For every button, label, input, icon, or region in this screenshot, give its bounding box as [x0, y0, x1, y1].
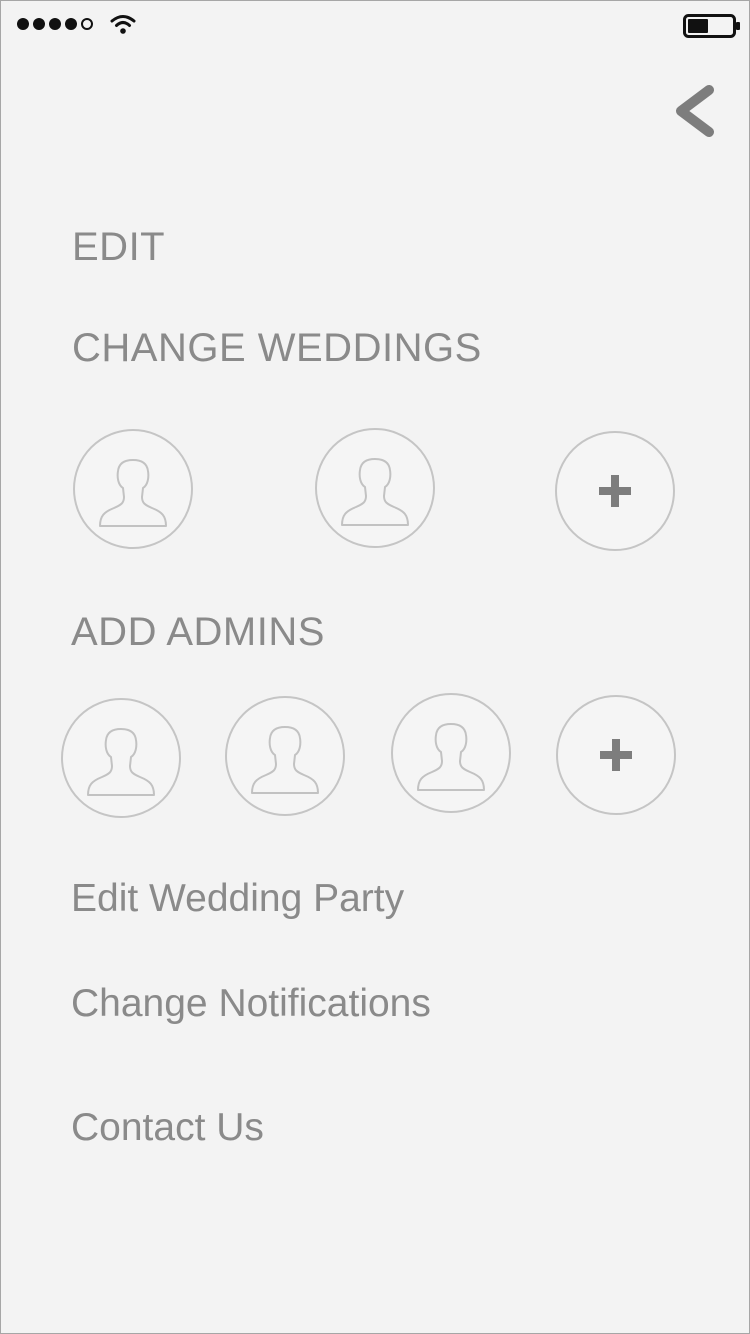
avatar-placeholder-icon [85, 727, 157, 797]
admin-avatar[interactable] [61, 698, 181, 818]
add-admins-heading: ADD ADMINS [71, 610, 325, 654]
wedding-avatar[interactable] [73, 429, 193, 549]
contact-us-link[interactable]: Contact Us [71, 1108, 264, 1147]
settings-screen: EDIT CHANGE WEDDINGS ADD ADMINS Edit Wed… [0, 0, 750, 1334]
battery-icon [683, 14, 740, 38]
signal-dot [33, 18, 45, 30]
status-bar [1, 1, 749, 47]
avatar-placeholder-icon [249, 725, 321, 795]
signal-dot-empty [81, 18, 93, 30]
add-admin-button[interactable] [556, 695, 676, 815]
admin-avatar[interactable] [391, 693, 511, 813]
avatar-placeholder-icon [97, 458, 169, 528]
change-weddings-heading: CHANGE WEDDINGS [72, 326, 482, 370]
signal-dot [17, 18, 29, 30]
edit-heading: EDIT [72, 225, 166, 269]
change-notifications-link[interactable]: Change Notifications [71, 984, 431, 1023]
wedding-avatar[interactable] [315, 428, 435, 548]
wifi-icon [110, 15, 136, 34]
signal-dot [65, 18, 77, 30]
add-wedding-button[interactable] [555, 431, 675, 551]
edit-wedding-party-link[interactable]: Edit Wedding Party [71, 879, 404, 918]
signal-dot [49, 18, 61, 30]
avatar-placeholder-icon [339, 457, 411, 527]
back-chevron-icon[interactable] [669, 81, 729, 141]
plus-icon [598, 474, 632, 508]
admin-avatar[interactable] [225, 696, 345, 816]
signal-strength-icon [17, 18, 93, 30]
plus-icon [599, 738, 633, 772]
avatar-placeholder-icon [415, 722, 487, 792]
